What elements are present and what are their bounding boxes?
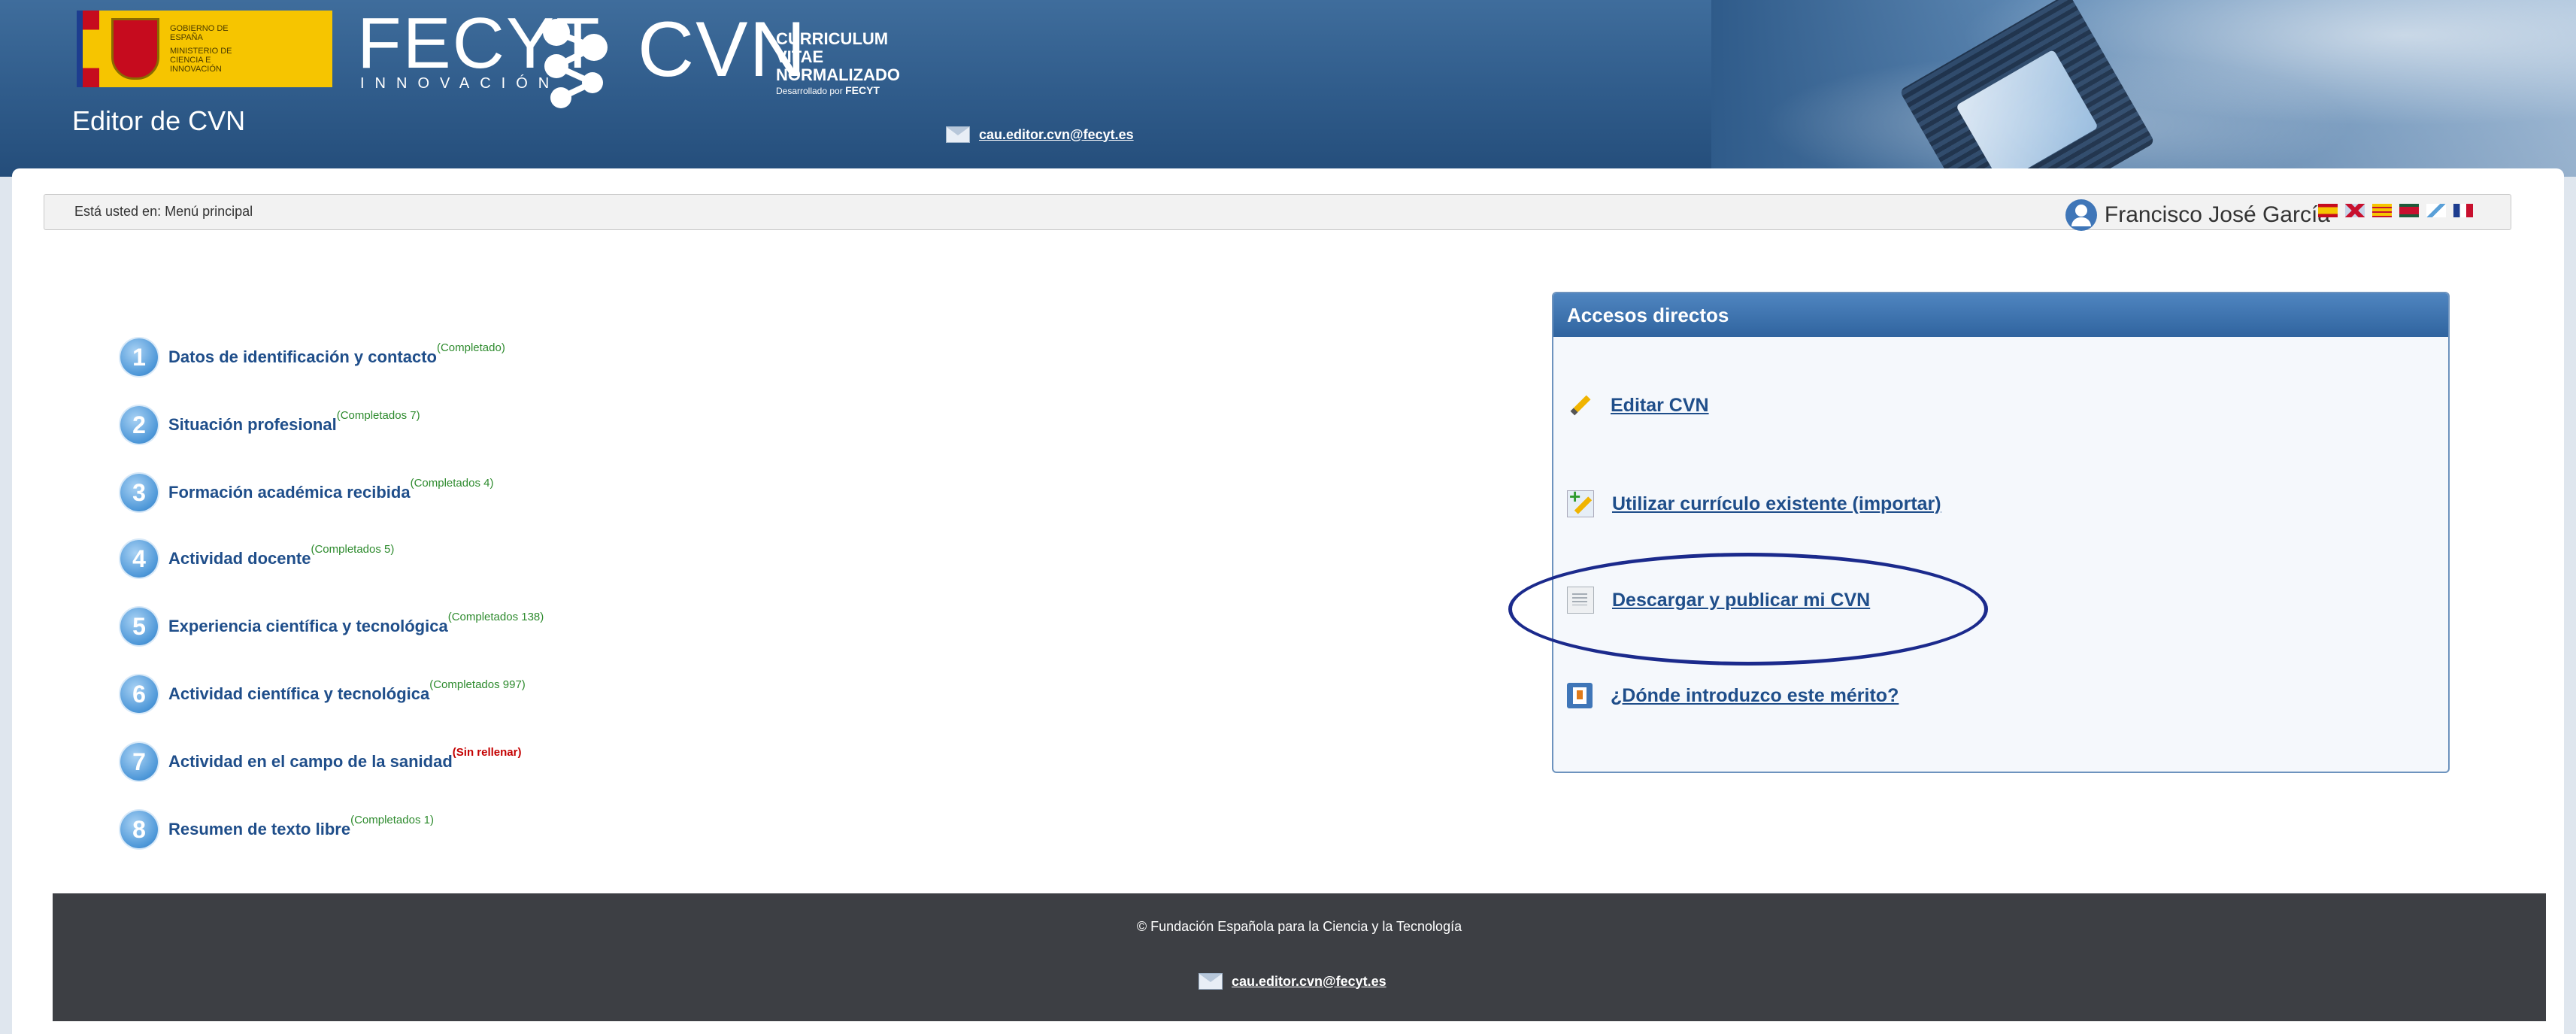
section-status: (Completados 5) [311, 543, 395, 556]
quick-access-panel: Accesos directos Editar CVN Utilizar cur… [1552, 292, 2450, 773]
section-item[interactable]: 2 Situación profesional (Completados 7) [120, 406, 420, 444]
help-book-icon [1567, 683, 1593, 708]
fecyt-logo: FECYT INNOVACIÓN [357, 8, 608, 108]
coat-of-arms-icon [111, 18, 159, 80]
section-label[interactable]: Actividad científica y tecnológica [168, 684, 429, 704]
cvn-line1: CURRICULUM [776, 29, 889, 48]
spain-flag-icon [77, 11, 99, 87]
header-contact: cau.editor.cvn@fecyt.es [946, 126, 1134, 143]
french-flag-icon[interactable] [2453, 204, 2473, 217]
cvn-dev-name: FECYT [845, 84, 880, 96]
cvn-logo-text: CURRICULUM VITAE NORMALIZADO Desarrollad… [776, 30, 900, 97]
section-status: (Sin rellenar) [452, 746, 522, 759]
section-item[interactable]: 8 Resumen de texto libre (Completados 1) [120, 811, 434, 848]
section-label[interactable]: Formación académica recibida [168, 483, 411, 502]
fecyt-molecule-icon [543, 19, 608, 108]
section-number-badge: 6 [120, 675, 158, 713]
basque-flag-icon[interactable] [2399, 204, 2419, 217]
section-item[interactable]: 6 Actividad científica y tecnológica (Co… [120, 675, 526, 713]
site-footer: © Fundación Española para la Ciencia y l… [53, 893, 2546, 1021]
cvn-line3: NORMALIZADO [776, 65, 900, 84]
section-number-badge: 4 [120, 540, 158, 578]
site-header: GOBIERNO DE ESPAÑA MINISTERIO DE CIENCIA… [0, 0, 2576, 177]
gov-logo-line2: MINISTERIO DE CIENCIA E INNOVACIÓN [170, 47, 232, 74]
edit-cvn-link[interactable]: Editar CVN [1611, 395, 1709, 417]
section-number-badge: 2 [120, 406, 158, 444]
breadcrumb: Está usted en: Menú principal Francisco … [44, 194, 2511, 231]
english-flag-icon[interactable] [2345, 204, 2365, 217]
government-logo: GOBIERNO DE ESPAÑA MINISTERIO DE CIENCIA… [77, 11, 332, 87]
pencil-icon [1567, 393, 1593, 418]
catalan-flag-icon[interactable] [2372, 204, 2392, 217]
section-number-badge: 8 [120, 811, 158, 848]
quick-access-title: Accesos directos [1553, 293, 2448, 337]
section-item[interactable]: 1 Datos de identificación y contacto (Co… [120, 338, 505, 376]
footer-contact: cau.editor.cvn@fecyt.es [1199, 973, 1386, 990]
breadcrumb-text: Está usted en: Menú principal [74, 204, 253, 219]
language-selector [2318, 204, 2473, 217]
section-number-badge: 5 [120, 608, 158, 645]
import-icon [1567, 485, 1594, 517]
quick-access-item[interactable]: Editar CVN [1567, 393, 1709, 418]
section-label[interactable]: Experiencia científica y tecnológica [168, 617, 448, 636]
user-info[interactable]: Francisco José García [2065, 199, 2330, 231]
quick-access-item[interactable]: Utilizar currículo existente (importar) [1567, 485, 1941, 517]
user-name: Francisco José García [2104, 202, 2330, 227]
user-icon [2065, 199, 2097, 231]
section-item[interactable]: 5 Experiencia científica y tecnológica (… [120, 608, 544, 645]
galician-flag-icon[interactable] [2426, 204, 2446, 217]
cvn-dev-prefix: Desarrollado por [776, 86, 843, 96]
spanish-flag-icon[interactable] [2318, 204, 2338, 217]
section-number-badge: 1 [120, 338, 158, 376]
import-cv-link[interactable]: Utilizar currículo existente (importar) [1612, 493, 1941, 515]
section-label[interactable]: Datos de identificación y contacto [168, 347, 437, 367]
cvn-developer: Desarrollado por FECYT [776, 84, 900, 97]
footer-copyright: © Fundación Española para la Ciencia y l… [1136, 919, 1462, 934]
section-number-badge: 3 [120, 474, 158, 511]
section-item[interactable]: 3 Formación académica recibida (Completa… [120, 474, 493, 511]
section-number-badge: 7 [120, 743, 158, 781]
footer-email-link[interactable]: cau.editor.cvn@fecyt.es [1232, 974, 1386, 990]
gov-logo-line1: GOBIERNO DE ESPAÑA [170, 24, 229, 42]
section-label[interactable]: Situación profesional [168, 415, 337, 435]
section-status: (Completados 1) [350, 814, 434, 826]
envelope-icon [946, 126, 970, 143]
section-label[interactable]: Actividad en el campo de la sanidad [168, 752, 453, 772]
section-label[interactable]: Actividad docente [168, 549, 311, 569]
section-status: (Completado) [436, 341, 505, 354]
section-item[interactable]: 7 Actividad en el campo de la sanidad (S… [120, 743, 521, 781]
section-status: (Completados 4) [410, 477, 494, 490]
header-background-art [1711, 0, 2576, 177]
app-title: Editor de CVN [72, 105, 246, 136]
section-status: (Completados 7) [336, 409, 420, 422]
section-status: (Completados 997) [429, 678, 526, 691]
highlight-ellipse-annotation [1508, 553, 1988, 666]
section-item[interactable]: 4 Actividad docente (Completados 5) [120, 540, 394, 578]
envelope-icon [1199, 973, 1223, 990]
where-merit-link[interactable]: ¿Dónde introduzco este mérito? [1611, 685, 1899, 707]
cvn-line2: VITAE [776, 47, 824, 66]
section-status: (Completados 138) [447, 611, 544, 623]
header-email-link[interactable]: cau.editor.cvn@fecyt.es [979, 127, 1134, 143]
quick-access-item[interactable]: ¿Dónde introduzco este mérito? [1567, 683, 1899, 708]
section-label[interactable]: Resumen de texto libre [168, 820, 350, 839]
